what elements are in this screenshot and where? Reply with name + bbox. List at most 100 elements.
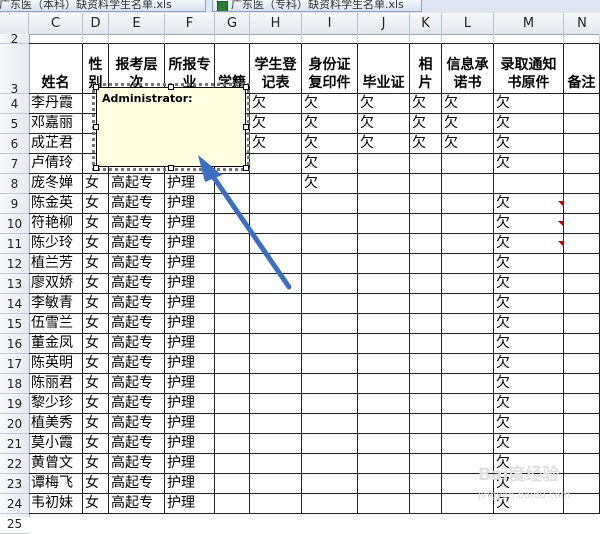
cell-register[interactable] (250, 194, 302, 214)
cell-gender[interactable]: 女 (83, 434, 109, 454)
cell-major[interactable]: 护理 (165, 494, 215, 514)
cell-remark[interactable] (564, 354, 600, 374)
empty-cell[interactable] (410, 34, 442, 44)
header-cell-promise[interactable]: 信息承诺书 (442, 44, 494, 94)
cell-major[interactable]: 护理 (165, 274, 215, 294)
empty-cell[interactable] (358, 34, 410, 44)
cell-gender[interactable]: 女 (83, 294, 109, 314)
cell-diploma[interactable]: 欠 (358, 134, 410, 154)
cell-photo[interactable] (410, 394, 442, 414)
cell-major[interactable]: 护理 (165, 414, 215, 434)
comment-resize-handle[interactable] (93, 124, 99, 130)
cell-notice[interactable]: 欠 (494, 374, 564, 394)
cell-promise[interactable]: 欠 (442, 114, 494, 134)
cell-remark[interactable] (564, 294, 600, 314)
cell-major[interactable]: 护理 (165, 374, 215, 394)
row-header[interactable]: 15 (0, 314, 29, 334)
cell-diploma[interactable] (358, 194, 410, 214)
column-header-m[interactable]: M (494, 13, 564, 34)
student-name-cell[interactable]: 董金凤 (29, 334, 83, 354)
empty-cell[interactable] (494, 34, 564, 44)
cell-photo[interactable] (410, 474, 442, 494)
cell-gender[interactable]: 女 (83, 254, 109, 274)
cell-register[interactable]: 欠 (250, 94, 302, 114)
cell-idcopy[interactable] (302, 494, 358, 514)
cell-remark[interactable] (564, 314, 600, 334)
cell-xueji[interactable] (215, 174, 250, 194)
cell-major[interactable]: 护理 (165, 314, 215, 334)
cell-promise[interactable] (442, 354, 494, 374)
student-name-cell[interactable]: 成芷君 (29, 134, 83, 154)
cell-photo[interactable] (410, 314, 442, 334)
cell-idcopy[interactable]: 欠 (302, 174, 358, 194)
student-name-cell[interactable]: 李敏青 (29, 294, 83, 314)
row-header[interactable]: 11 (0, 234, 29, 254)
student-name-cell[interactable]: 伍雪兰 (29, 314, 83, 334)
cell-register[interactable] (250, 354, 302, 374)
cell-remark[interactable] (564, 254, 600, 274)
cell-level[interactable]: 高起专 (109, 214, 165, 234)
cell-register[interactable] (250, 214, 302, 234)
cell-photo[interactable]: 欠 (410, 134, 442, 154)
column-header-k[interactable]: K (410, 13, 442, 34)
row-header[interactable]: 17 (0, 354, 29, 374)
cell-remark[interactable] (564, 114, 600, 134)
cell-level[interactable]: 高起专 (109, 254, 165, 274)
cell-level[interactable]: 高起专 (109, 174, 165, 194)
column-header-j[interactable]: J (358, 13, 410, 34)
cell-photo[interactable] (410, 214, 442, 234)
cell-promise[interactable] (442, 274, 494, 294)
comment-resize-handle[interactable] (168, 165, 174, 171)
cell-level[interactable]: 高起专 (109, 374, 165, 394)
cell-idcopy[interactable]: 欠 (302, 94, 358, 114)
cell-diploma[interactable] (358, 494, 410, 514)
cell-idcopy[interactable] (302, 394, 358, 414)
cell-xueji[interactable] (215, 314, 250, 334)
student-name-cell[interactable]: 韦初妹 (29, 494, 83, 514)
cell-promise[interactable] (442, 334, 494, 354)
column-header-f[interactable]: F (165, 13, 215, 34)
cell-gender[interactable]: 女 (83, 314, 109, 334)
cell-xueji[interactable] (215, 214, 250, 234)
cell-major[interactable]: 护理 (165, 434, 215, 454)
column-header-i[interactable]: I (302, 13, 358, 34)
student-name-cell[interactable]: 植美秀 (29, 414, 83, 434)
cell-promise[interactable] (442, 314, 494, 334)
comment-resize-handle[interactable] (93, 84, 99, 90)
cell-gender[interactable]: 女 (83, 354, 109, 374)
cell-level[interactable]: 高起专 (109, 474, 165, 494)
cell-register[interactable] (250, 314, 302, 334)
cell-remark[interactable] (564, 374, 600, 394)
cell-promise[interactable] (442, 294, 494, 314)
cell-xueji[interactable] (215, 474, 250, 494)
cell-remark[interactable] (564, 134, 600, 154)
cell-gender[interactable]: 女 (83, 454, 109, 474)
cell-remark[interactable] (564, 334, 600, 354)
cell-gender[interactable]: 女 (83, 194, 109, 214)
cell-register[interactable]: 欠 (250, 114, 302, 134)
empty-cell[interactable] (165, 34, 215, 44)
cell-promise[interactable] (442, 194, 494, 214)
empty-cell[interactable] (109, 34, 165, 44)
cell-level[interactable]: 高起专 (109, 494, 165, 514)
cell-major[interactable]: 护理 (165, 214, 215, 234)
cell-diploma[interactable] (358, 334, 410, 354)
cell-register[interactable] (250, 474, 302, 494)
cell-remark[interactable] (564, 274, 600, 294)
student-name-cell[interactable]: 庞冬婵 (29, 174, 83, 194)
cell-major[interactable]: 护理 (165, 234, 215, 254)
select-all-corner[interactable] (0, 13, 29, 34)
cell-photo[interactable] (410, 454, 442, 474)
cell-level[interactable]: 高起专 (109, 194, 165, 214)
cell-diploma[interactable] (358, 414, 410, 434)
cell-idcopy[interactable] (302, 214, 358, 234)
cell-register[interactable] (250, 234, 302, 254)
cell-level[interactable]: 高起专 (109, 314, 165, 334)
cell-diploma[interactable]: 欠 (358, 114, 410, 134)
comment-resize-handle[interactable] (243, 165, 249, 171)
cell-remark[interactable] (564, 394, 600, 414)
cell-idcopy[interactable]: 欠 (302, 134, 358, 154)
cell-promise[interactable] (442, 414, 494, 434)
cell-idcopy[interactable] (302, 414, 358, 434)
comment-resize-handle[interactable] (243, 124, 249, 130)
